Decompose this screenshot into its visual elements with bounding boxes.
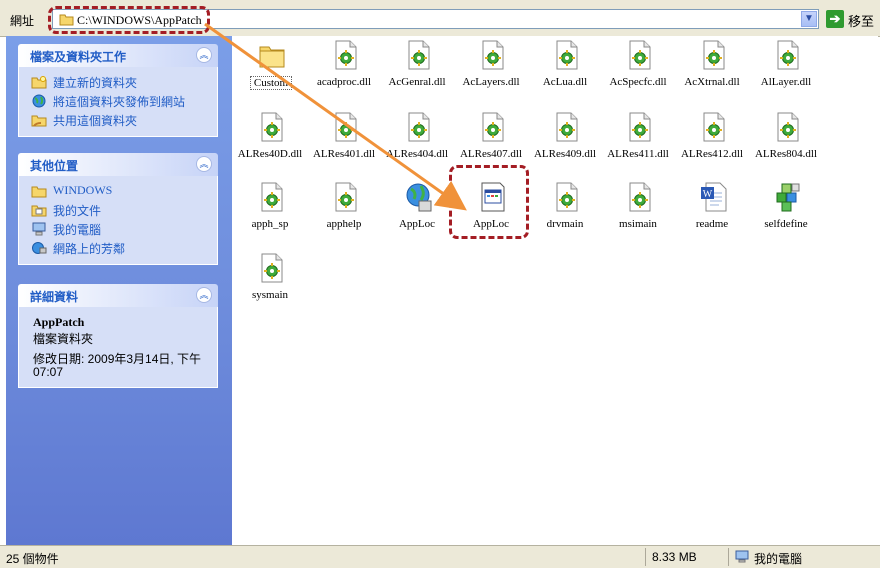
annotation-arrow [204,22,467,211]
